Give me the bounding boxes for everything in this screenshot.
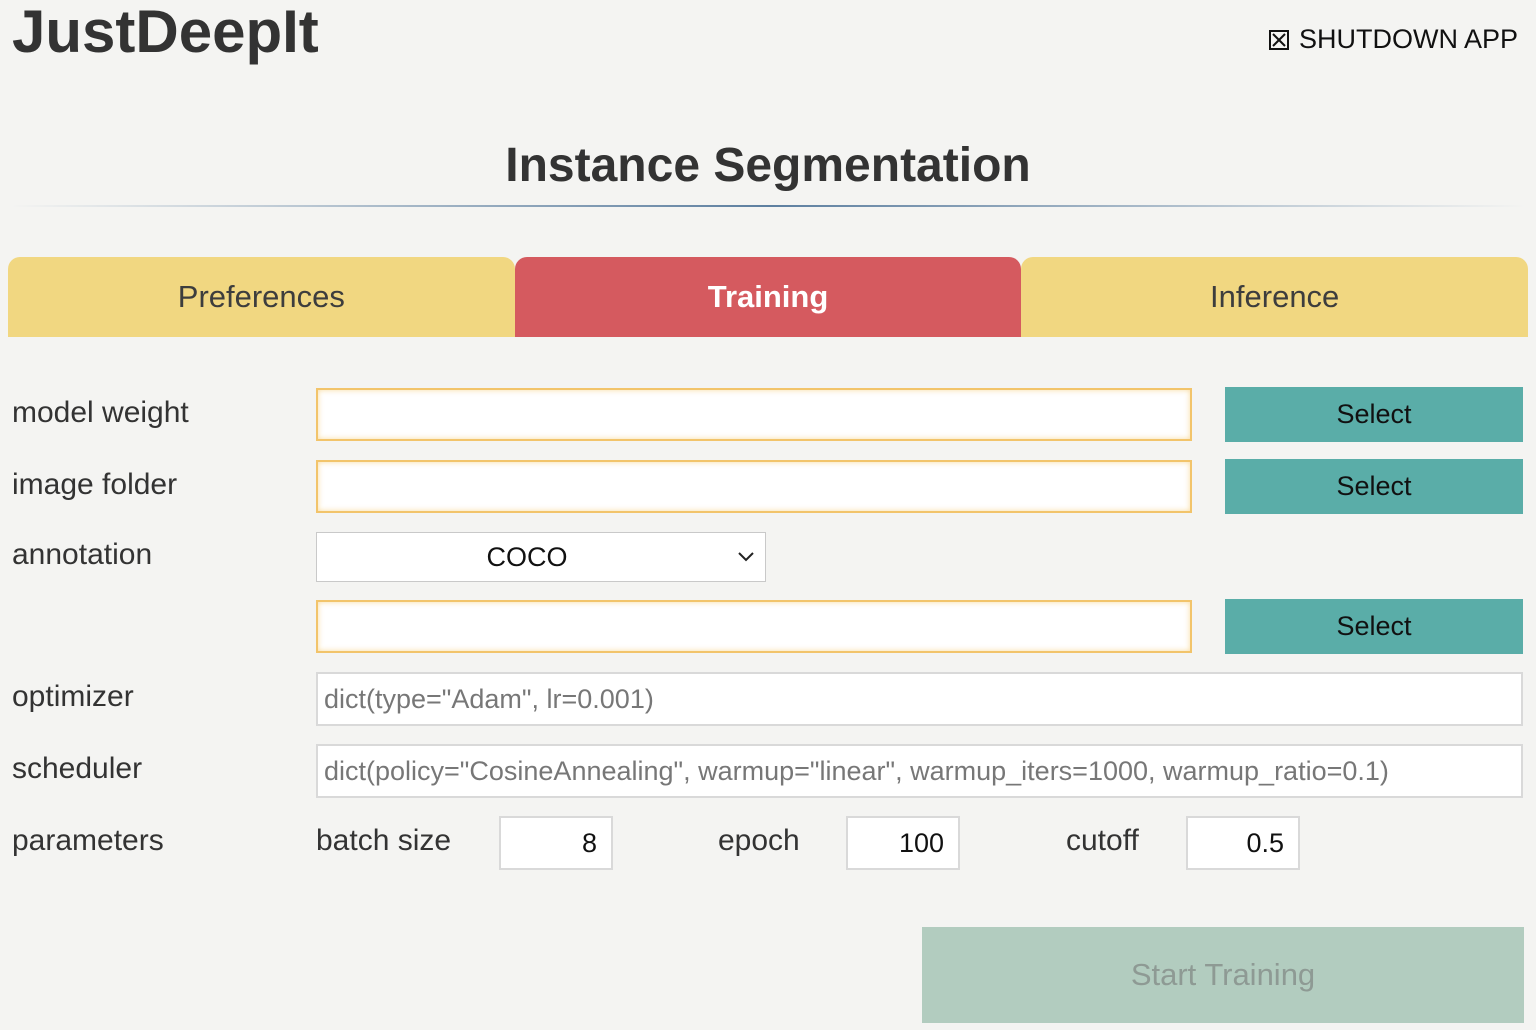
scheduler-input[interactable]	[316, 744, 1523, 798]
annotation-path-input[interactable]	[316, 600, 1192, 653]
image-folder-input[interactable]	[316, 460, 1192, 513]
scheduler-label: scheduler	[12, 752, 143, 785]
optimizer-label: optimizer	[12, 680, 134, 713]
model-weight-input[interactable]	[316, 388, 1192, 441]
batch-size-input[interactable]	[499, 816, 613, 870]
page-title: Instance Segmentation	[505, 139, 1031, 192]
mode-tabs: Preferences Training Inference	[8, 257, 1529, 337]
annotation-format-value: COCO	[486, 541, 568, 572]
model-weight-select-button[interactable]: Select	[1225, 387, 1523, 442]
shutdown-app-button[interactable]: SHUTDOWN APP	[1268, 24, 1518, 55]
tab-preferences[interactable]: Preferences	[8, 257, 515, 337]
start-training-button[interactable]: Start Training	[922, 927, 1524, 1023]
epoch-input[interactable]	[846, 816, 960, 870]
cutoff-input[interactable]	[1186, 816, 1300, 870]
tab-inference[interactable]: Inference	[1021, 257, 1529, 337]
tab-training[interactable]: Training	[514, 257, 1022, 337]
cutoff-label: cutoff	[1066, 824, 1139, 857]
heading-divider	[10, 205, 1526, 207]
annotation-select-button[interactable]: Select	[1225, 599, 1523, 654]
image-folder-select-button[interactable]: Select	[1225, 459, 1523, 514]
shutdown-app-label: SHUTDOWN APP	[1298, 24, 1518, 54]
chevron-down-icon	[738, 552, 754, 562]
epoch-label: epoch	[718, 824, 800, 857]
close-box-icon	[1268, 29, 1289, 50]
batch-size-label: batch size	[316, 824, 452, 857]
image-folder-label: image folder	[12, 468, 178, 501]
annotation-label: annotation	[12, 538, 153, 571]
model-weight-label: model weight	[12, 396, 189, 429]
optimizer-input[interactable]	[316, 672, 1523, 726]
parameters-label: parameters	[12, 824, 164, 857]
annotation-format-select[interactable]: COCO	[316, 532, 766, 582]
app-title: JustDeepIt	[12, 0, 319, 65]
